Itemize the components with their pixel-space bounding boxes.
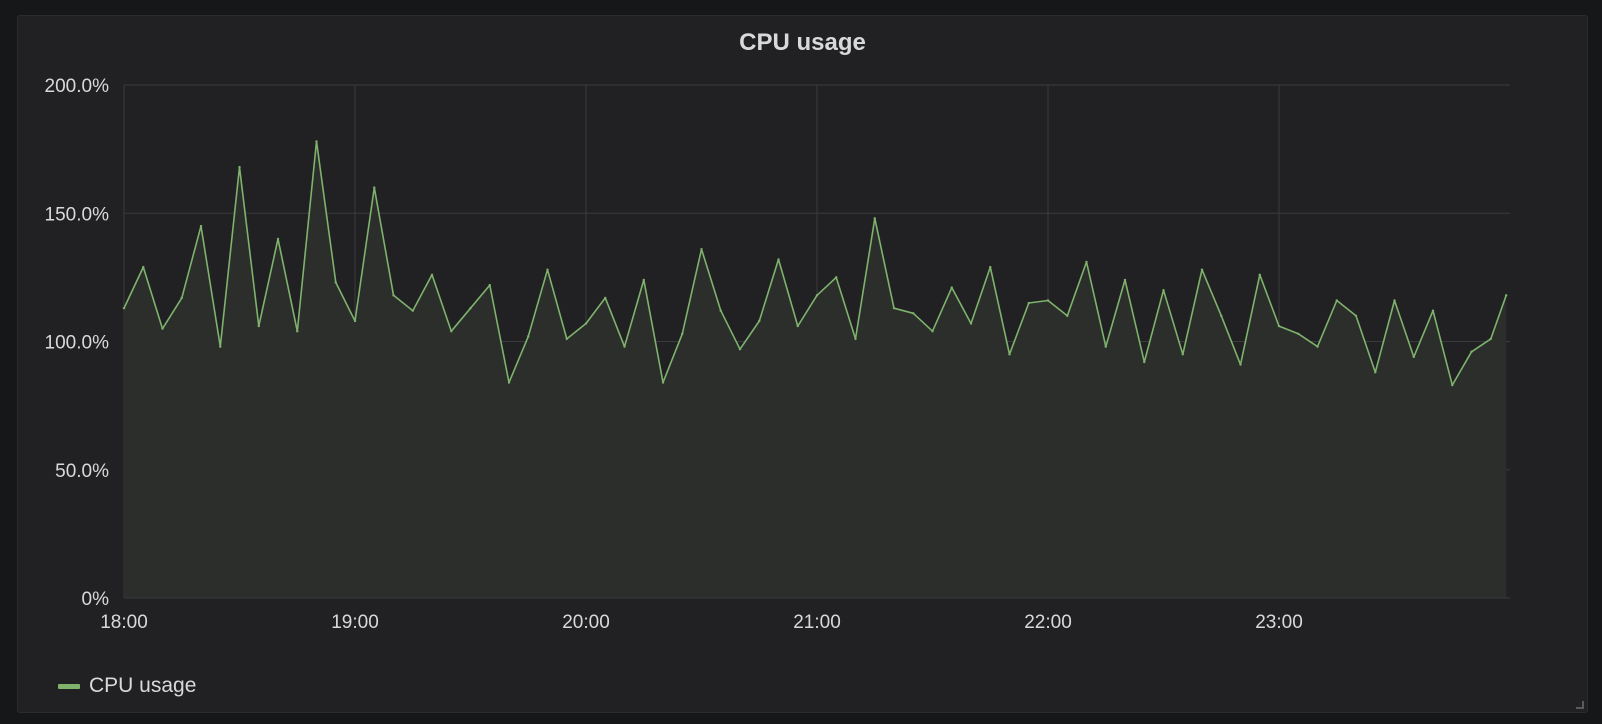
cpu-usage-chart: 0% 50.0% 100.0% 150.0% 200.0% 18:00 19:00 20:00… xyxy=(45,76,1510,633)
x-tick-label: 19:00 xyxy=(331,612,379,633)
data-point xyxy=(1104,345,1107,348)
data-point xyxy=(1374,371,1377,374)
data-point xyxy=(1489,337,1492,341)
data-point xyxy=(373,186,376,189)
data-point xyxy=(1066,314,1069,318)
data-point xyxy=(700,247,703,251)
data-point xyxy=(161,327,164,330)
data-point xyxy=(912,312,915,315)
data-point xyxy=(315,140,318,143)
data-point xyxy=(450,330,453,333)
data-point xyxy=(238,165,241,169)
data-point xyxy=(1431,309,1435,312)
legend-label: CPU usage xyxy=(89,674,197,697)
data-point xyxy=(796,324,799,328)
data-point xyxy=(219,345,222,348)
data-point xyxy=(353,319,357,323)
x-tick-label: 22:00 xyxy=(1024,612,1072,633)
data-point xyxy=(1470,350,1473,353)
data-point xyxy=(1297,332,1300,336)
legend-item-cpu-usage[interactable]: CPU usage xyxy=(58,674,196,698)
data-point xyxy=(873,217,876,220)
data-point xyxy=(1258,273,1261,277)
graph-panel: CPU usage 0% 50.0% 100.0% 150.0% 200.0% 18:00… xyxy=(17,15,1588,713)
data-point xyxy=(1354,314,1358,318)
data-point xyxy=(604,296,607,300)
data-point xyxy=(1143,360,1146,364)
data-point xyxy=(122,306,126,310)
data-point xyxy=(1335,299,1338,302)
data-point xyxy=(931,330,934,333)
x-tick-label: 18:00 xyxy=(100,612,148,633)
data-point xyxy=(507,381,511,384)
data-point xyxy=(1393,299,1396,302)
data-point xyxy=(1316,345,1319,348)
data-point xyxy=(180,296,183,300)
data-point xyxy=(950,286,953,289)
y-tick-label: 100.0% xyxy=(45,333,110,354)
data-point xyxy=(835,276,838,279)
data-point xyxy=(1220,314,1223,318)
data-point xyxy=(642,278,645,282)
data-point xyxy=(469,306,472,310)
resize-handle-icon[interactable] xyxy=(1576,701,1584,709)
y-tick-label: 0% xyxy=(82,589,110,610)
data-point xyxy=(719,309,722,312)
data-point xyxy=(142,265,145,269)
data-point xyxy=(430,273,434,277)
data-point xyxy=(1046,299,1050,302)
data-point xyxy=(892,306,896,310)
data-point xyxy=(392,294,395,297)
data-point xyxy=(411,309,414,312)
data-point xyxy=(334,281,337,284)
data-point xyxy=(1181,353,1184,356)
data-point xyxy=(1123,278,1127,282)
data-point xyxy=(1412,355,1415,359)
data-point xyxy=(777,258,780,261)
data-point xyxy=(1200,268,1204,271)
data-point xyxy=(1085,260,1088,264)
data-point xyxy=(1239,363,1242,366)
series-area xyxy=(124,141,1507,598)
data-point xyxy=(546,268,549,271)
data-point xyxy=(969,322,973,325)
data-point xyxy=(989,265,992,269)
data-point xyxy=(296,330,299,333)
data-point xyxy=(815,294,819,297)
data-point xyxy=(1504,294,1508,297)
data-point xyxy=(854,337,857,341)
x-tick-label: 20:00 xyxy=(562,612,610,633)
data-point xyxy=(661,381,665,384)
data-point xyxy=(488,283,491,287)
legend-color-swatch xyxy=(58,683,80,689)
data-point xyxy=(527,335,530,338)
y-tick-label: 150.0% xyxy=(45,204,110,225)
y-tick-label: 200.0% xyxy=(45,76,110,97)
data-point xyxy=(1162,289,1165,292)
data-point xyxy=(623,345,626,348)
data-point xyxy=(738,347,742,351)
y-tick-label: 50.0% xyxy=(55,461,109,482)
data-point xyxy=(257,324,260,328)
data-point xyxy=(1027,301,1030,305)
data-point xyxy=(1008,353,1011,356)
data-point xyxy=(584,322,588,325)
data-point xyxy=(276,237,280,241)
data-point xyxy=(681,332,684,336)
data-point xyxy=(199,224,203,228)
x-tick-label: 21:00 xyxy=(793,612,841,633)
data-point xyxy=(565,337,568,341)
data-point xyxy=(758,319,761,323)
data-point xyxy=(1451,383,1454,387)
x-tick-label: 23:00 xyxy=(1255,612,1303,633)
data-point xyxy=(1277,324,1281,328)
